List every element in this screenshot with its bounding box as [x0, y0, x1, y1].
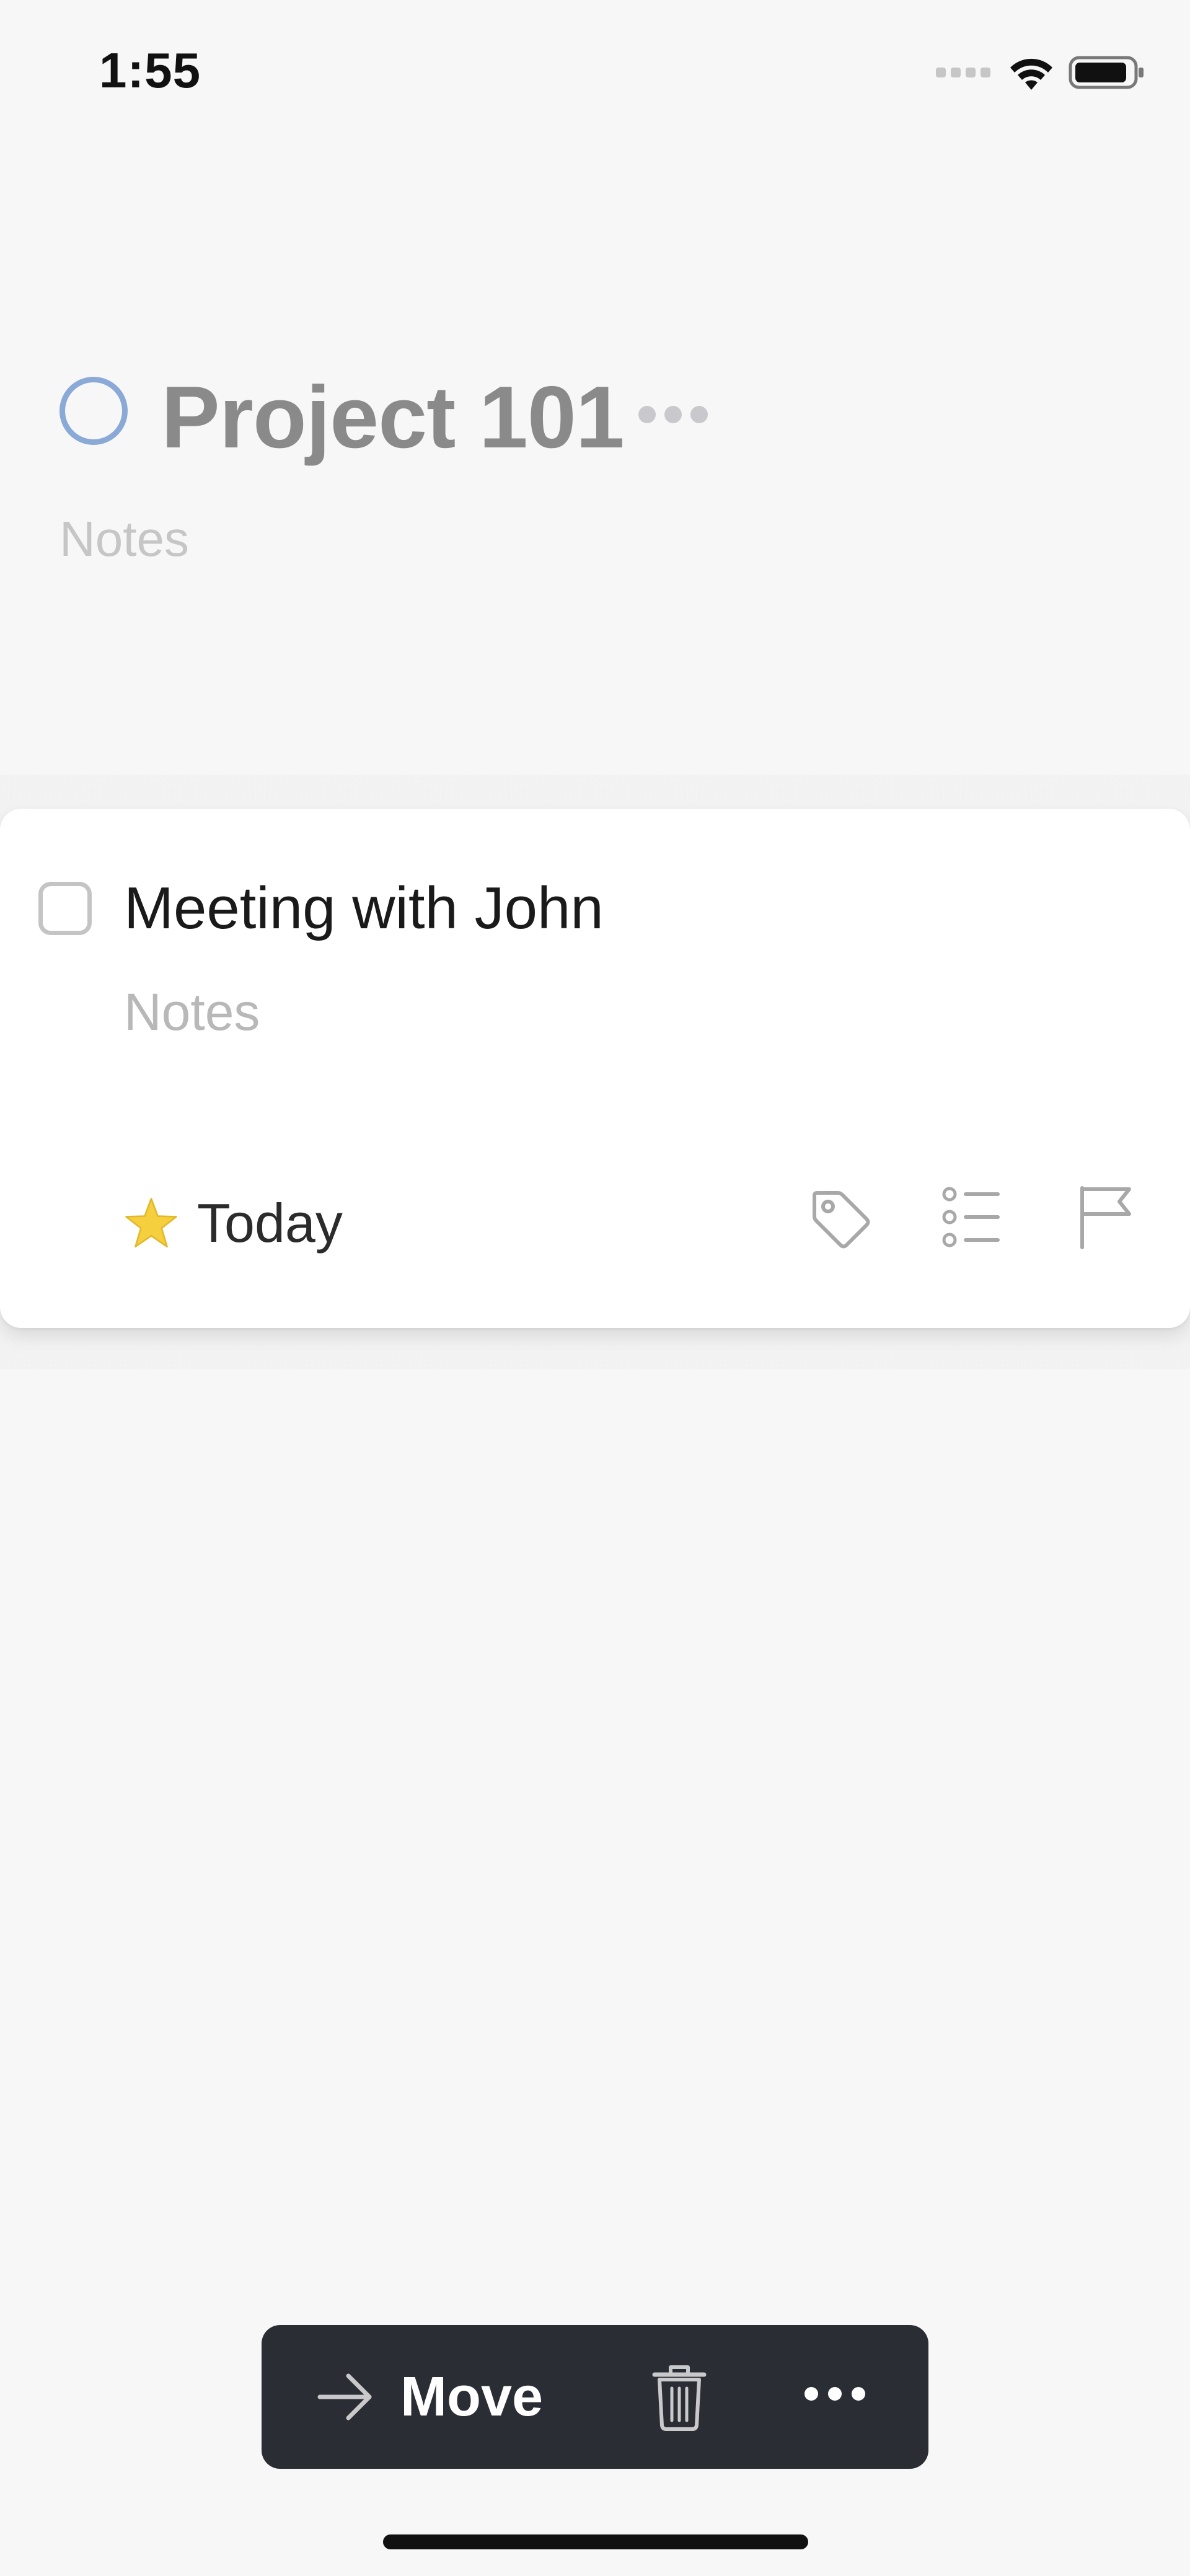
- checklist-icon[interactable]: [938, 1183, 1007, 1251]
- project-notes-field[interactable]: Notes: [60, 511, 189, 568]
- task-checkbox[interactable]: [38, 882, 92, 935]
- when-label: Today: [197, 1192, 343, 1254]
- trash-icon[interactable]: [642, 2360, 716, 2434]
- wifi-icon: [1010, 58, 1052, 90]
- more-ellipsis-icon[interactable]: [804, 2387, 865, 2401]
- bottom-toolbar: Move: [262, 2325, 928, 2469]
- move-button[interactable]: Move: [316, 2360, 543, 2434]
- star-icon: [125, 1198, 177, 1248]
- flag-icon[interactable]: [1072, 1183, 1140, 1251]
- tag-icon[interactable]: [806, 1183, 874, 1251]
- project-title[interactable]: Project 101: [161, 367, 625, 468]
- home-indicator[interactable]: [383, 2534, 808, 2549]
- status-icons: [936, 51, 1145, 94]
- signal-icon: [936, 68, 990, 77]
- project-more-ellipsis-icon[interactable]: [638, 406, 708, 423]
- arrow-right-icon: [317, 2373, 372, 2420]
- task-card[interactable]: Meeting with John Notes Today: [0, 809, 1190, 1328]
- battery-icon: [1069, 56, 1144, 89]
- task-notes-field[interactable]: Notes: [124, 982, 260, 1042]
- task-title[interactable]: Meeting with John: [124, 874, 604, 943]
- status-time: 1:55: [99, 43, 201, 98]
- project-status-circle-icon[interactable]: [60, 377, 128, 445]
- when-button[interactable]: Today: [124, 1189, 343, 1257]
- move-label: Move: [400, 2365, 544, 2428]
